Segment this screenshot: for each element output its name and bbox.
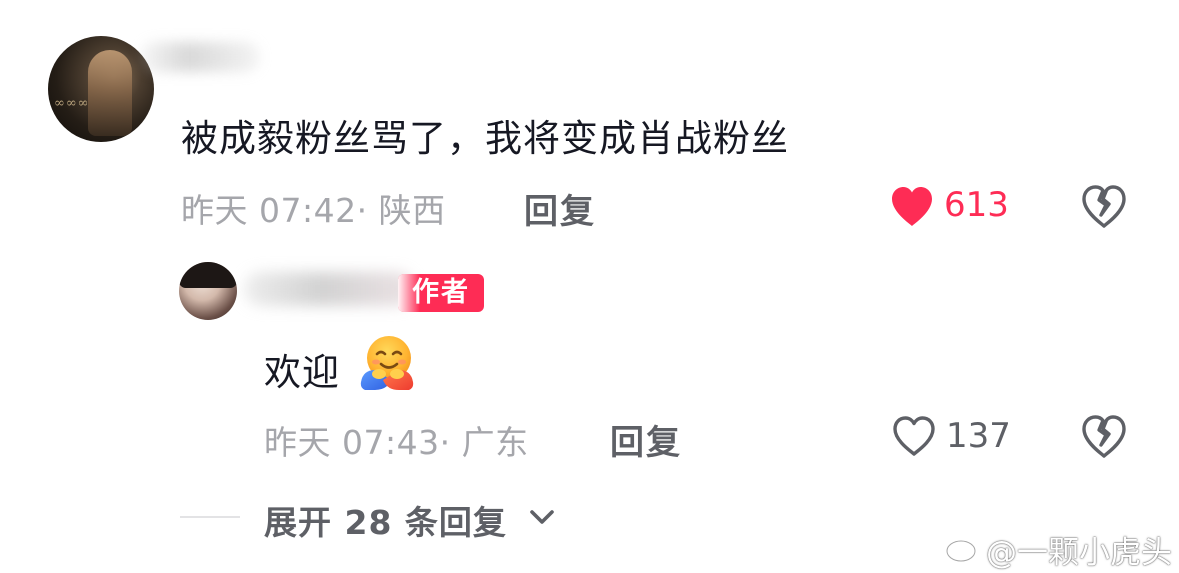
avatar-decoration: ∞∞∞ — [54, 96, 90, 111]
commenter-name-blurred[interactable] — [140, 42, 260, 72]
author-badge-label: 作者 — [412, 277, 470, 308]
comment-like-count: 613 — [944, 185, 1009, 225]
commenter-avatar[interactable]: ∞∞∞ — [48, 36, 154, 142]
dislike-broken-heart-icon[interactable] — [1080, 183, 1128, 229]
like-heart-filled-icon[interactable] — [888, 184, 936, 228]
expand-divider — [180, 516, 240, 518]
reply-reply-button[interactable]: 回复 — [610, 415, 682, 464]
comment-reply-button[interactable]: 回复 — [524, 184, 596, 233]
expand-replies-button[interactable]: 展开 28 条回复 — [264, 496, 507, 544]
comment-text: 被成毅粉丝骂了，我将变成肖战粉丝 — [181, 117, 789, 160]
comment-meta: 昨天 07:42· 陕西 — [181, 191, 446, 230]
weibo-logo-icon — [945, 530, 983, 564]
hugging-face-emoji — [357, 334, 417, 392]
avatar-figure — [88, 50, 132, 136]
author-avatar[interactable] — [179, 262, 237, 320]
author-name-blurred[interactable] — [244, 272, 414, 306]
author-badge: 作者 — [398, 274, 484, 312]
reply-meta: 昨天 07:43· 广东 — [264, 423, 529, 462]
chevron-down-icon[interactable] — [527, 505, 557, 529]
watermark-text: @一颗小虎头 — [986, 535, 1172, 571]
avatar-hair — [179, 262, 237, 288]
reply-text: 欢迎 — [264, 351, 340, 394]
reply-like-count: 137 — [946, 416, 1011, 456]
badge-blur-overlay — [398, 274, 420, 312]
like-heart-outline-icon[interactable] — [890, 414, 938, 458]
reply-dislike-broken-heart-icon[interactable] — [1080, 413, 1128, 459]
